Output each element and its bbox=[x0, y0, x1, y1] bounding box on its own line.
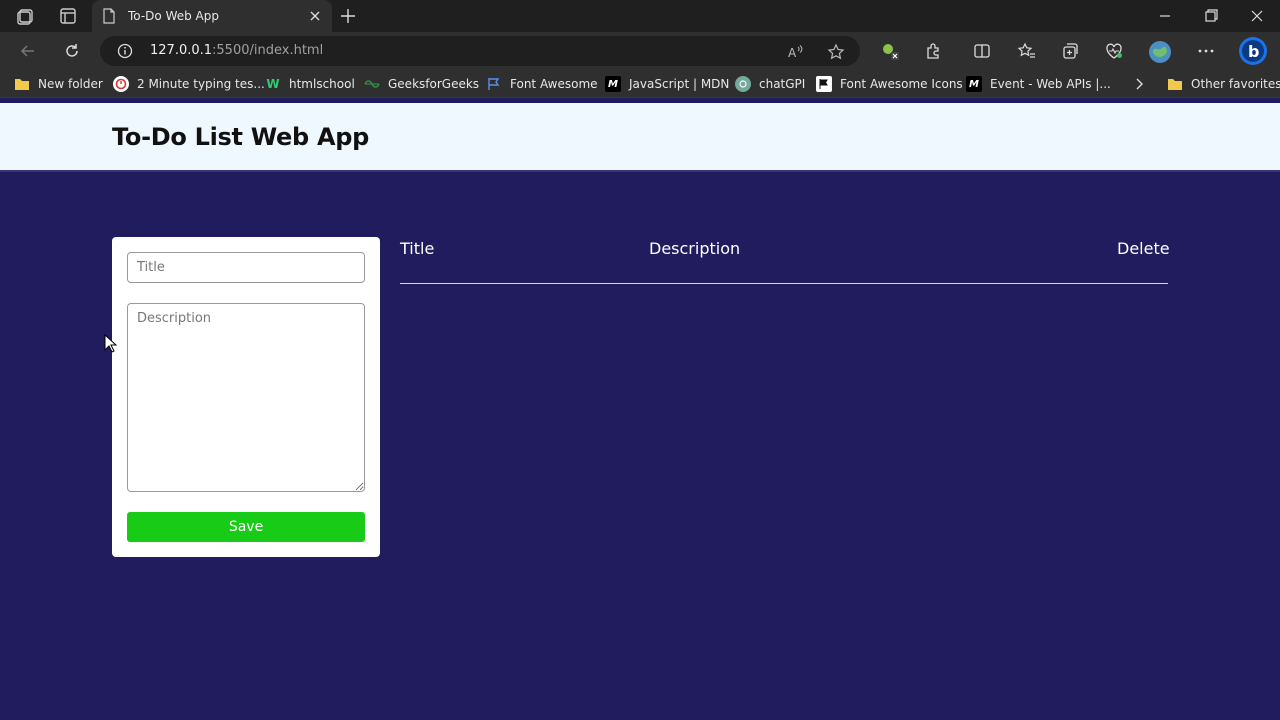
table-header-title: Title bbox=[400, 239, 435, 258]
refresh-icon[interactable] bbox=[62, 41, 82, 61]
htmlschool-icon: W bbox=[266, 77, 280, 91]
new-tab-icon[interactable] bbox=[338, 6, 358, 26]
folder-icon bbox=[1167, 76, 1183, 92]
bookmark-label: GeeksforGeeks bbox=[388, 77, 480, 91]
close-tab-icon[interactable] bbox=[308, 9, 322, 23]
bookmark-label: Font Awesome Icons bbox=[840, 77, 963, 91]
title-input[interactable] bbox=[127, 252, 365, 283]
bookmarks-bar: New folder 2 Minute typing tes... W html… bbox=[0, 70, 1280, 98]
flag-icon bbox=[486, 76, 502, 92]
bookmark-label: chatGPI bbox=[759, 77, 806, 91]
svg-text:b: b bbox=[1248, 42, 1259, 61]
bookmark-font-awesome-icons[interactable]: Font Awesome Icons bbox=[816, 75, 963, 93]
bookmark-label: New folder bbox=[38, 77, 103, 91]
table-header-divider bbox=[400, 283, 1168, 284]
split-screen-icon[interactable] bbox=[972, 41, 992, 61]
description-textarea[interactable] bbox=[127, 303, 365, 492]
tab-title: To-Do Web App bbox=[128, 9, 220, 23]
page-title: To-Do List Web App bbox=[112, 123, 369, 151]
save-button[interactable]: Save bbox=[127, 512, 365, 542]
profile-avatar-icon[interactable] bbox=[1148, 40, 1172, 64]
close-window-icon[interactable] bbox=[1247, 6, 1267, 26]
address-bar[interactable]: 127.0.0.1:5500/index.html A bbox=[100, 36, 860, 66]
site-info-icon[interactable] bbox=[117, 43, 133, 59]
mouse-cursor-icon bbox=[104, 334, 118, 353]
bookmark-label: Event - Web APIs |... bbox=[990, 77, 1111, 91]
bookmark-other-favorites[interactable]: Other favorites bbox=[1167, 75, 1280, 93]
browser-nav-bar: 127.0.0.1:5500/index.html A b bbox=[0, 32, 1280, 70]
flag-icon bbox=[816, 76, 832, 92]
bookmark-label: htmlschool bbox=[289, 77, 355, 91]
chevron-right-icon[interactable] bbox=[1132, 77, 1146, 91]
mdn-icon: M bbox=[605, 76, 621, 92]
workspaces-icon[interactable] bbox=[16, 6, 36, 26]
read-aloud-icon[interactable]: A bbox=[787, 43, 805, 61]
bookmark-htmlschool[interactable]: W htmlschool bbox=[265, 75, 355, 93]
more-options-icon[interactable] bbox=[1196, 41, 1216, 61]
bookmark-event-web-apis[interactable]: M Event - Web APIs |... bbox=[966, 75, 1111, 93]
url-path: :5500/index.html bbox=[212, 43, 324, 58]
url-text: 127.0.0.1:5500/index.html bbox=[150, 43, 323, 58]
minimize-icon[interactable] bbox=[1155, 6, 1175, 26]
bookmark-label: 2 Minute typing tes... bbox=[137, 77, 265, 91]
collections-icon[interactable] bbox=[1060, 41, 1080, 61]
vertical-tabs-icon[interactable] bbox=[58, 6, 78, 26]
table-header-delete: Delete bbox=[1117, 239, 1170, 258]
back-icon[interactable] bbox=[18, 41, 38, 61]
todo-form-card: Save bbox=[112, 237, 380, 557]
bookmark-geeksforgeeks[interactable]: GeeksforGeeks bbox=[364, 75, 479, 93]
extensions-puzzle-icon[interactable] bbox=[924, 41, 944, 61]
bookmark-javascript-mdn[interactable]: M JavaScript | MDN bbox=[605, 75, 729, 93]
svg-text:A: A bbox=[788, 46, 797, 60]
document-icon bbox=[103, 8, 115, 24]
typing-test-icon bbox=[113, 76, 129, 92]
geeksforgeeks-icon bbox=[364, 76, 380, 92]
bookmark-new-folder[interactable]: New folder bbox=[14, 75, 103, 93]
bing-copilot-icon[interactable]: b bbox=[1238, 36, 1268, 66]
mdn-icon: M bbox=[966, 76, 982, 92]
bookmark-typing-test[interactable]: 2 Minute typing tes... bbox=[113, 75, 265, 93]
tab-to-do-web-app[interactable]: To-Do Web App bbox=[92, 0, 332, 32]
bookmark-font-awesome[interactable]: Font Awesome bbox=[486, 75, 598, 93]
bookmark-label: JavaScript | MDN bbox=[629, 77, 730, 91]
table-header-description: Description bbox=[649, 239, 741, 258]
folder-icon bbox=[14, 76, 30, 92]
bookmark-label: Other favorites bbox=[1191, 77, 1280, 91]
favorites-icon[interactable] bbox=[1016, 41, 1036, 61]
page-header: To-Do List Web App bbox=[0, 103, 1280, 172]
url-host: 127.0.0.1 bbox=[150, 43, 213, 58]
favorite-star-icon[interactable] bbox=[827, 43, 845, 61]
browser-essentials-icon[interactable] bbox=[1104, 41, 1124, 61]
bookmark-label: Font Awesome bbox=[510, 77, 598, 91]
browser-tab-bar: To-Do Web App bbox=[0, 0, 1280, 32]
extension-x-icon[interactable] bbox=[880, 41, 900, 61]
bookmark-chatgpi[interactable]: chatGPI bbox=[735, 75, 805, 93]
chatgpt-icon bbox=[735, 76, 751, 92]
restore-icon[interactable] bbox=[1201, 6, 1221, 26]
